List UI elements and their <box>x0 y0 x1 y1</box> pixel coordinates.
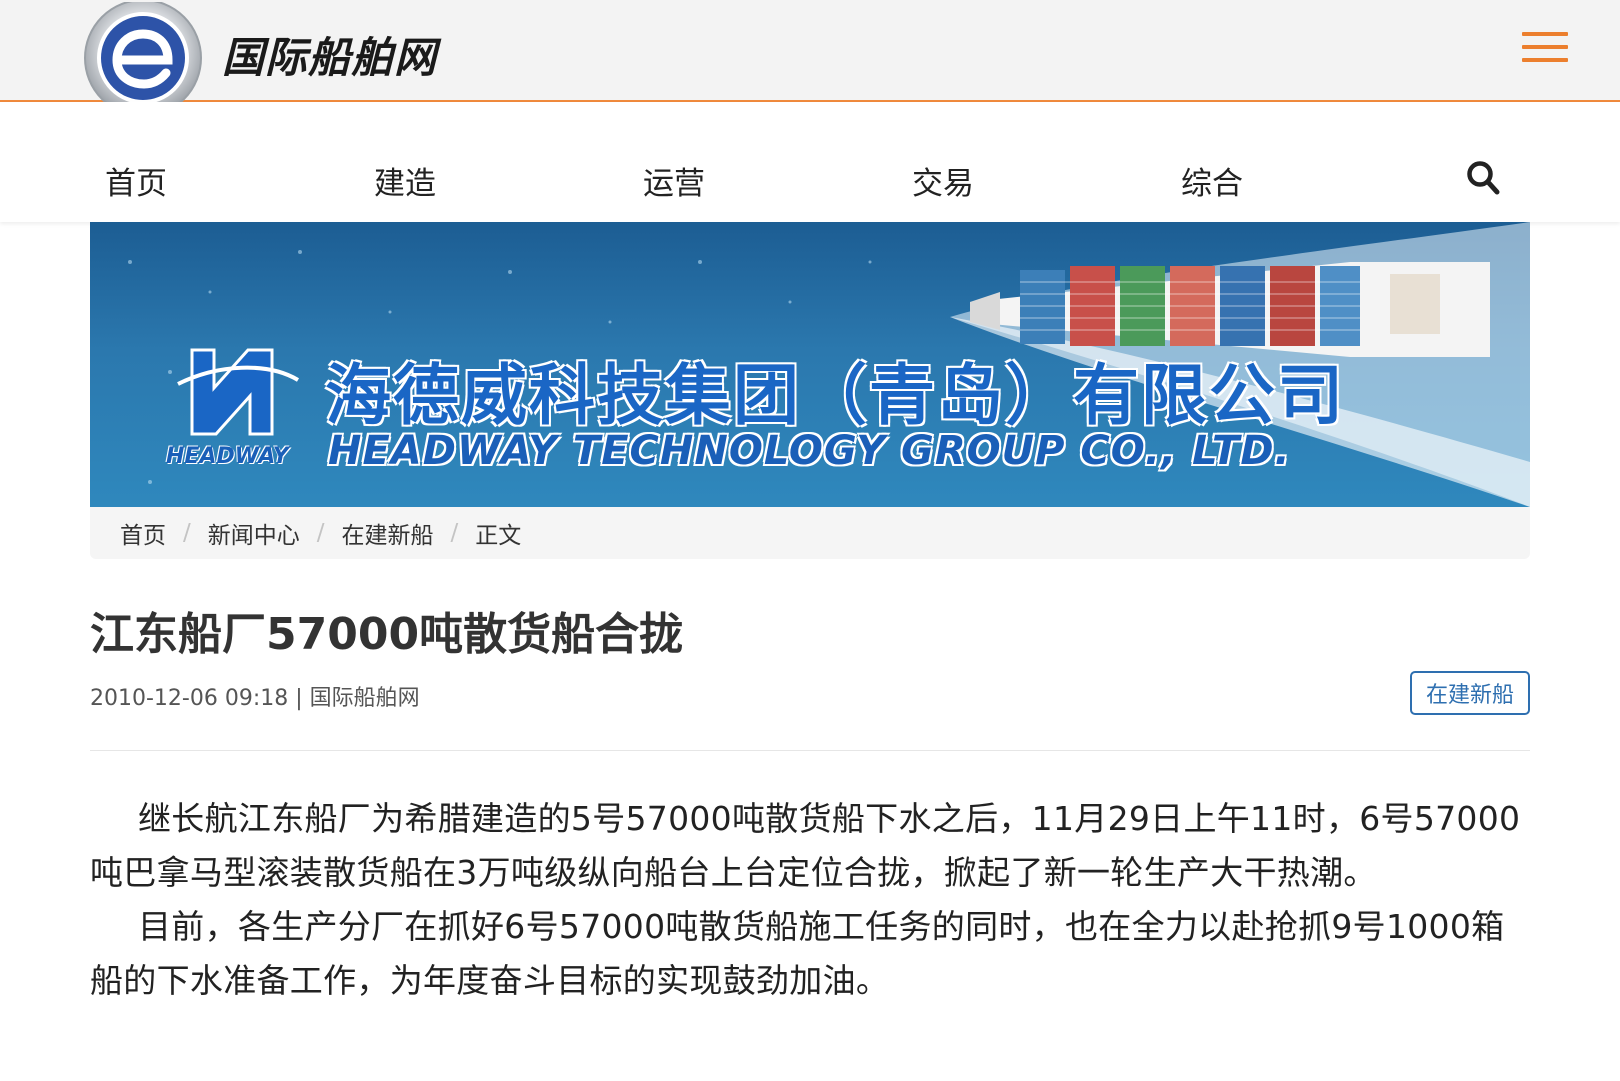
article-body: 继长航江东船厂为希腊建造的5号57000吨散货船下水之后，11月29日上午11时… <box>90 792 1530 1008</box>
breadcrumb: 首页 / 新闻中心 / 在建新船 / 正文 <box>90 507 1530 559</box>
nav-item-general[interactable]: 综合 <box>1181 158 1243 203</box>
breadcrumb-news-center[interactable]: 新闻中心 <box>208 516 300 550</box>
article-title: 江东船厂57000吨散货船合拢 <box>90 609 684 660</box>
article-meta: 2010-12-06 09:18 | 国际船舶网 <box>90 686 420 711</box>
breadcrumb-home[interactable]: 首页 <box>120 516 166 550</box>
breadcrumb-separator: / <box>183 520 191 546</box>
hamburger-menu-icon[interactable] <box>1522 32 1568 66</box>
nav-item-construction[interactable]: 建造 <box>374 158 436 203</box>
breadcrumb-new-ships[interactable]: 在建新船 <box>342 516 434 550</box>
globe-e-icon[interactable] <box>82 0 204 117</box>
breadcrumb-separator: / <box>316 520 325 546</box>
ad-banner[interactable]: 海德威科技集团（青岛）有限公司 HEADWAY TECHNOLOGY GROUP… <box>90 222 1530 507</box>
divider <box>90 750 1530 751</box>
breadcrumb-current: 正文 <box>475 523 522 549</box>
banner-logo-text: HEADWAY <box>166 444 289 469</box>
site-title[interactable]: 国际船舶网 <box>222 24 437 85</box>
article-paragraph: 继长航江东船厂为希腊建造的5号57000吨散货船下水之后，11月29日上午11时… <box>90 799 1521 892</box>
category-tag-button[interactable]: 在建新船 <box>1410 671 1530 715</box>
search-icon[interactable] <box>1466 160 1500 196</box>
article-paragraph: 目前，各生产分厂在抓好6号57000吨散货船施工任务的同时，也在全力以赴抢抓9号… <box>90 907 1505 1000</box>
banner-company-name-en: HEADWAY TECHNOLOGY GROUP CO., LTD. <box>328 428 1291 474</box>
nav-item-operation[interactable]: 运营 <box>643 158 705 203</box>
nav-item-home[interactable]: 首页 <box>105 158 167 203</box>
banner-company-name-cn: 海德威科技集团（青岛）有限公司 <box>325 357 1345 434</box>
main-nav: 首页 建造 运营 交易 综合 <box>0 102 1620 222</box>
nav-item-trade[interactable]: 交易 <box>912 158 974 203</box>
site-header: 国际船舶网 <box>0 0 1620 117</box>
breadcrumb-separator: / <box>450 520 459 546</box>
